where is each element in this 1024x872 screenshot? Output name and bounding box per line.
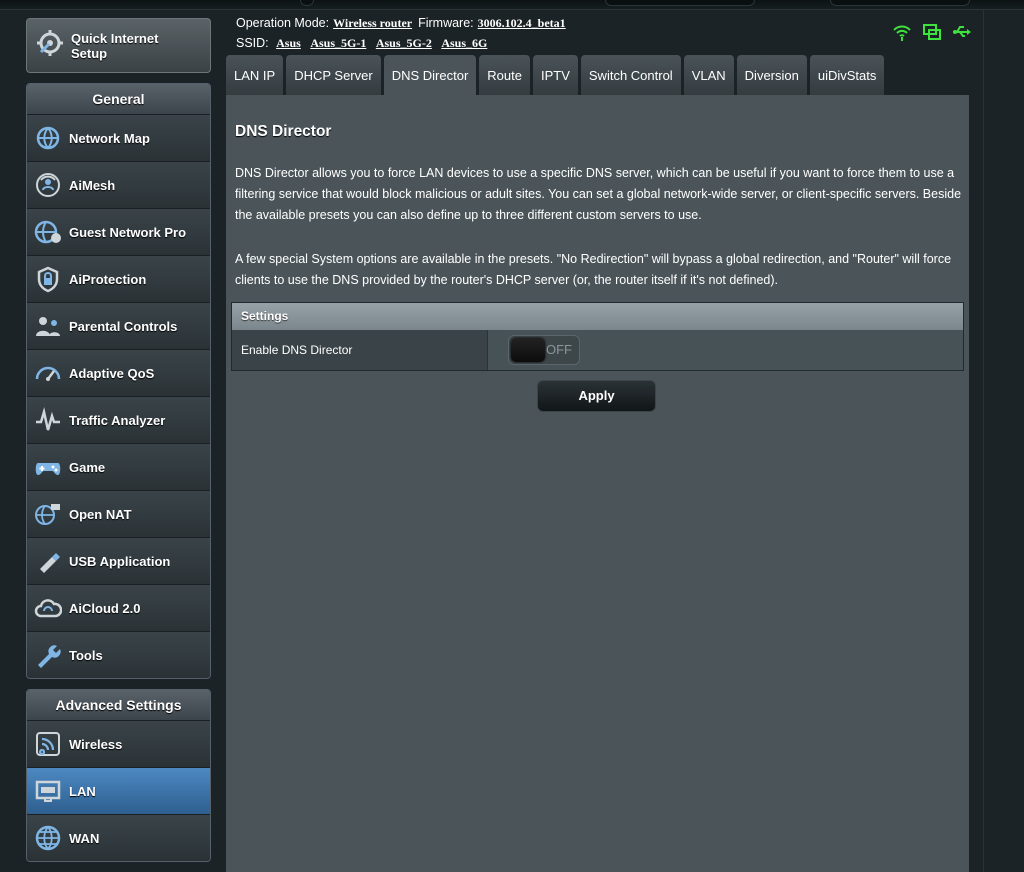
tab-dns-director[interactable]: DNS Director	[383, 55, 477, 95]
tab-vlan[interactable]: VLAN	[683, 55, 734, 95]
sidebar-item-wireless[interactable]: Wireless	[27, 720, 210, 767]
settings-table: Settings Enable DNS Director OFF	[231, 302, 964, 371]
quick-internet-setup-button[interactable]: Quick Internet Setup	[26, 18, 211, 73]
usb-status-icon[interactable]	[952, 22, 972, 47]
wrench-icon	[33, 640, 63, 670]
description-paragraph: DNS Director allows you to force LAN dev…	[235, 166, 962, 222]
tab-diversion[interactable]: Diversion	[736, 55, 807, 95]
wifi-status-icon[interactable]	[892, 22, 912, 47]
quick-setup-icon	[35, 28, 65, 63]
lan-icon	[33, 776, 63, 806]
tab-dhcp-server[interactable]: DHCP Server	[286, 55, 381, 95]
tab-route[interactable]: Route	[479, 55, 530, 95]
sidebar-item-traffic-analyzer[interactable]: Traffic Analyzer	[27, 396, 210, 443]
aiprotection-icon	[33, 264, 63, 294]
sidebar-item-label: Guest Network Pro	[69, 224, 187, 240]
tab-switch-control[interactable]: Switch Control	[580, 55, 681, 95]
enable-dns-director-value: OFF	[488, 330, 963, 370]
aimesh-icon	[33, 170, 63, 200]
sidebar-item-label: Network Map	[69, 130, 150, 146]
open-nat-icon	[33, 499, 63, 529]
tab-lan-ip[interactable]: LAN IP	[226, 55, 284, 95]
top-strip	[0, 0, 1024, 10]
network-map-icon	[33, 123, 63, 153]
ssid-link[interactable]: Asus_5G-1	[310, 36, 366, 50]
sidebar-item-network-map[interactable]: Network Map	[27, 114, 210, 161]
sidebar-item-adaptive-qos[interactable]: Adaptive QoS	[27, 349, 210, 396]
ssid-link[interactable]: Asus	[276, 36, 301, 50]
ssid-label: SSID:	[236, 36, 269, 50]
header-info: Operation Mode: Wireless router Firmware: 3…	[236, 13, 572, 53]
gamepad-icon	[33, 452, 63, 482]
sidebar-item-usb-application[interactable]: USB Application	[27, 537, 210, 584]
traffic-analyzer-icon	[33, 405, 63, 435]
enable-dns-director-toggle[interactable]: OFF	[508, 335, 580, 365]
apply-button[interactable]: Apply	[537, 380, 656, 412]
description-paragraph: A few special System options are availab…	[235, 252, 952, 287]
sidebar-item-open-nat[interactable]: Open NAT	[27, 490, 210, 537]
lan-tabs: LAN IP DHCP Server DNS Director Route IPTV Sw…	[226, 55, 887, 95]
ssid-link[interactable]: Asus_5G-2	[376, 36, 432, 50]
sidebar-item-wan[interactable]: WAN	[27, 814, 210, 861]
firmware-link[interactable]: 3006.102.4_beta1	[478, 16, 566, 30]
adaptive-qos-icon	[33, 358, 63, 388]
sidebar-item-label: WAN	[69, 830, 100, 846]
sidebar-item-label: Wireless	[69, 736, 123, 752]
sidebar-item-aiprotection[interactable]: AiProtection	[27, 255, 210, 302]
general-menu-title: General	[27, 84, 210, 114]
enable-dns-director-row: Enable DNS Director OFF	[232, 330, 963, 370]
sidebar-item-game[interactable]: Game	[27, 443, 210, 490]
tab-uidivstats[interactable]: uiDivStats	[809, 55, 885, 95]
sidebar-item-tools[interactable]: Tools	[27, 631, 210, 678]
operation-mode-label: Operation Mode:	[236, 16, 330, 30]
sidebar-item-label: Game	[69, 459, 106, 475]
enable-dns-director-label: Enable DNS Director	[232, 330, 488, 370]
main-panel: DNS Director DNS Director allows you to …	[226, 95, 969, 872]
sidebar-item-lan[interactable]: LAN	[27, 767, 210, 814]
sidebar-item-label: Parental Controls	[69, 318, 178, 334]
status-icons	[892, 22, 972, 47]
sidebar-item-label: Open NAT	[69, 506, 132, 522]
sidebar-item-label: LAN	[69, 783, 96, 799]
sidebar-item-guest-network-pro[interactable]: Guest Network Pro	[27, 208, 210, 255]
globe-icon	[33, 823, 63, 853]
toggle-state-text: OFF	[546, 342, 572, 357]
sidebar-item-label: Traffic Analyzer	[69, 412, 166, 428]
operation-mode-link[interactable]: Wireless router	[333, 16, 412, 30]
settings-header: Settings	[232, 303, 963, 330]
ssid-link[interactable]: Asus_6G	[441, 36, 487, 50]
sidebar-item-label: Tools	[69, 647, 103, 663]
sidebar-item-aicloud-2-0[interactable]: AiCloud 2.0	[27, 584, 210, 631]
sidebar-item-label: AiProtection	[69, 271, 147, 287]
general-menu: General Network Map AiMesh Guest Network P…	[26, 83, 211, 679]
top-ghost-tab	[830, 0, 970, 6]
top-ghost-tab	[300, 0, 314, 6]
usb-icon	[33, 546, 63, 576]
sidebar-item-label: AiMesh	[69, 177, 116, 193]
tab-iptv[interactable]: IPTV	[532, 55, 578, 95]
top-ghost-tab	[605, 0, 755, 6]
ssid-row: SSID: Asus Asus_5G-1 Asus_5G-2 Asus_6G	[236, 33, 572, 53]
sidebar-item-parental-controls[interactable]: Parental Controls	[27, 302, 210, 349]
toggle-knob	[511, 338, 545, 362]
sidebar-item-label: AiCloud 2.0	[69, 600, 141, 616]
advanced-settings-menu: Advanced Settings Wireless LAN WAN	[26, 689, 211, 862]
wireless-icon	[33, 729, 63, 759]
guest-network-icon	[33, 217, 63, 247]
right-edge	[983, 10, 1024, 872]
sidebar: Quick Internet Setup General Network Map…	[26, 18, 211, 862]
quick-setup-label: Quick Internet Setup	[71, 30, 159, 61]
operation-mode-row: Operation Mode: Wireless router Firmware: 3…	[236, 13, 572, 33]
sidebar-item-label: USB Application	[69, 553, 171, 569]
sidebar-item-label: Adaptive QoS	[69, 365, 155, 381]
firmware-label: Firmware:	[418, 16, 474, 30]
page-title: DNS Director	[235, 123, 332, 140]
parental-controls-icon	[33, 311, 63, 341]
client-status-icon[interactable]	[922, 22, 942, 47]
cloud-icon	[33, 593, 63, 623]
sidebar-item-aimesh[interactable]: AiMesh	[27, 161, 210, 208]
advanced-settings-title: Advanced Settings	[27, 690, 210, 720]
